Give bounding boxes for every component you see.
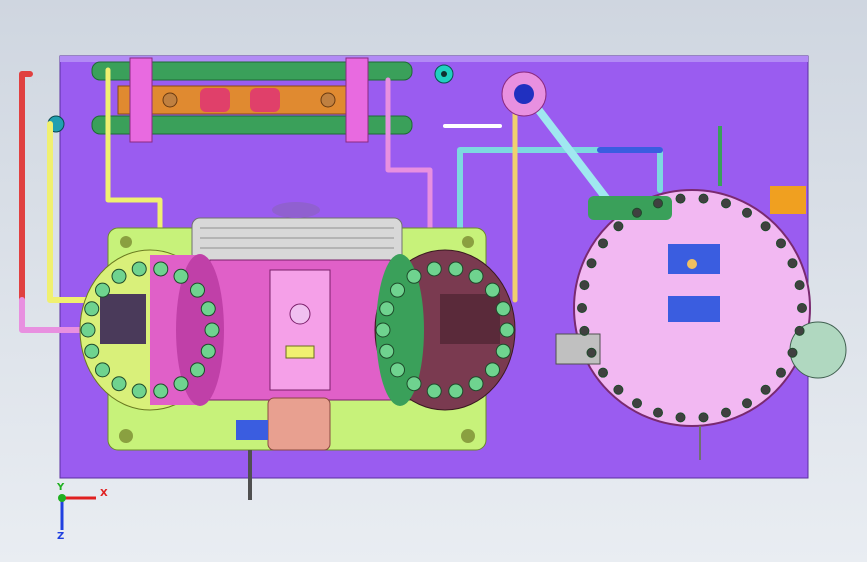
bolt (484, 282, 500, 298)
bolt (499, 322, 515, 338)
bolt (131, 261, 147, 277)
triad-x-label: X (100, 488, 108, 499)
bolt (375, 322, 391, 338)
bolt (426, 383, 442, 399)
bolt (468, 376, 484, 392)
bolt (173, 376, 189, 392)
bolt (794, 280, 805, 291)
bolt (80, 322, 96, 338)
bolt (426, 261, 442, 277)
bolt (173, 268, 189, 284)
bolt (675, 412, 686, 423)
bolt (742, 207, 752, 218)
bolt (111, 268, 127, 284)
bolt (742, 398, 752, 409)
bolt (189, 362, 205, 378)
bolt (448, 261, 464, 277)
compressor-assembly-model[interactable] (0, 0, 867, 562)
triad-y-label: Y (57, 482, 65, 493)
bolt (787, 347, 798, 358)
bolt (760, 221, 771, 232)
bolt (390, 282, 406, 298)
bolt (95, 362, 111, 378)
bolt (787, 258, 798, 269)
bolt (653, 407, 664, 418)
bolt (204, 322, 220, 338)
bolt (468, 268, 484, 284)
bolt (84, 343, 100, 359)
bolt (495, 301, 511, 317)
bolt (484, 362, 500, 378)
bolt (579, 325, 590, 336)
bolt (675, 193, 686, 204)
bolt (698, 412, 709, 423)
bolt (720, 198, 731, 209)
bolt (613, 384, 624, 395)
bolt (598, 238, 609, 249)
bolt (189, 282, 205, 298)
suction-valve (501, 71, 547, 117)
bolt (84, 301, 100, 317)
bolt (95, 282, 111, 298)
bolt (379, 301, 395, 317)
bolt (653, 198, 664, 209)
bolt (775, 367, 786, 378)
bolt (760, 384, 771, 395)
bolt (598, 367, 609, 378)
bolt (586, 258, 597, 269)
bolt (698, 193, 709, 204)
bolt (586, 347, 597, 358)
manifold-plate (117, 85, 357, 115)
bolt (379, 343, 395, 359)
bolt (613, 221, 624, 232)
bolt (577, 303, 587, 313)
bolt (153, 261, 169, 277)
bolt (794, 325, 805, 336)
cylinder-right (374, 249, 516, 411)
bolt (406, 268, 422, 284)
bolt (632, 398, 642, 409)
bolt (200, 343, 216, 359)
cad-viewport[interactable]: X Y Z (0, 0, 867, 562)
bolt (797, 303, 807, 313)
bolt (406, 376, 422, 392)
cylinder-left (79, 249, 224, 411)
bolt (153, 383, 169, 399)
bolt (111, 376, 127, 392)
bolt (390, 362, 406, 378)
baseplate-top-edge (60, 56, 808, 62)
bolt (720, 407, 731, 418)
bolt (448, 383, 464, 399)
bolt (495, 343, 511, 359)
bolt (200, 301, 216, 317)
bolt (632, 207, 642, 218)
bolt (131, 383, 147, 399)
view-orientation-triad (58, 494, 96, 530)
bolt (775, 238, 786, 249)
triad-z-label: Z (57, 531, 65, 542)
bolt (579, 280, 590, 291)
